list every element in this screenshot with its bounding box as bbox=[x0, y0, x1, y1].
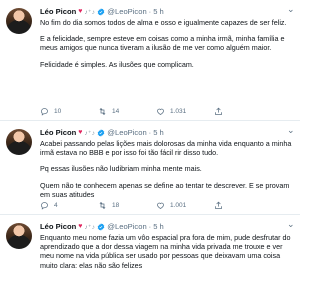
verified-badge-icon bbox=[97, 128, 105, 137]
emoji-decoration: ♪⁺♪ bbox=[84, 223, 96, 231]
author-name[interactable]: Léo Picon bbox=[40, 128, 76, 137]
tweet-header: Léo Picon ♥ ♪⁺♪ @LeoPicon · 5 h ⌄ bbox=[40, 126, 295, 139]
retweet-count: 18 bbox=[112, 202, 120, 209]
retweet-count: 14 bbox=[112, 108, 120, 115]
share-icon bbox=[215, 201, 222, 209]
author-handle[interactable]: @LeoPicon bbox=[107, 222, 146, 231]
reply-count: 10 bbox=[54, 108, 62, 115]
retweet-button[interactable]: 18 bbox=[98, 201, 156, 210]
tweet-text: Acabei passando pelas lições mais doloro… bbox=[40, 139, 294, 199]
heart-emoji: ♥ bbox=[78, 8, 83, 15]
tweet-paragraph: Felicidade é simples. As ilusões que com… bbox=[40, 59, 194, 69]
emoji-decoration: ♪⁺♪ bbox=[84, 129, 96, 137]
retweet-button[interactable]: 14 bbox=[98, 107, 156, 116]
reply-button[interactable]: 4 bbox=[40, 201, 98, 210]
author-name[interactable]: Léo Picon bbox=[40, 222, 76, 231]
tweet-actions: 4 18 1.001 bbox=[40, 201, 260, 210]
tweet[interactable]: Léo Picon ♥ ♪⁺♪ @LeoPicon · 5 h ⌄ Enquan… bbox=[0, 215, 300, 282]
more-icon[interactable]: ⌄ bbox=[287, 220, 295, 229]
retweet-icon bbox=[99, 201, 106, 210]
tweet[interactable]: Léo Picon ♥ ♪⁺♪ @LeoPicon · 5 h ⌄ Acabei… bbox=[0, 121, 300, 215]
avatar[interactable] bbox=[6, 223, 32, 249]
verified-badge-icon bbox=[97, 7, 105, 16]
author-handle[interactable]: @LeoPicon bbox=[107, 7, 146, 16]
like-button[interactable]: 1.001 bbox=[156, 201, 214, 210]
reply-count: 4 bbox=[54, 202, 58, 209]
separator-dot: · bbox=[148, 7, 152, 16]
tweet-text: Enquanto meu nome fazia um vôo espacial … bbox=[40, 233, 294, 270]
tweet-paragraph: Enquanto meu nome fazia um vôo espacial … bbox=[40, 233, 291, 270]
reply-icon bbox=[41, 108, 48, 116]
tweet-text: No fim do dia somos todos de alma e osso… bbox=[40, 18, 294, 69]
tweet-paragraph: E a felicidade, sempre esteve em coisas … bbox=[40, 34, 285, 53]
like-count: 1.031 bbox=[170, 108, 187, 115]
author-handle[interactable]: @LeoPicon bbox=[107, 128, 146, 137]
more-icon[interactable]: ⌄ bbox=[287, 126, 295, 135]
share-button[interactable] bbox=[214, 201, 228, 210]
heart-icon bbox=[157, 202, 164, 209]
avatar[interactable] bbox=[6, 129, 32, 155]
tweet[interactable]: Léo Picon ♥ ♪⁺♪ @LeoPicon · 5 h ⌄ No fim… bbox=[0, 0, 300, 121]
verified-badge-icon bbox=[97, 222, 105, 231]
emoji-decoration: ♪⁺♪ bbox=[84, 8, 96, 16]
like-button[interactable]: 1.031 bbox=[156, 107, 214, 116]
separator-dot: · bbox=[148, 222, 152, 231]
tweet-paragraph: Acabei passando pelas lições mais doloro… bbox=[40, 139, 292, 158]
avatar[interactable] bbox=[6, 8, 32, 34]
heart-icon bbox=[157, 108, 164, 115]
tweet-actions: 10 14 1.031 bbox=[40, 107, 260, 116]
retweet-icon bbox=[99, 107, 106, 116]
separator-dot: · bbox=[148, 128, 152, 137]
tweet-header: Léo Picon ♥ ♪⁺♪ @LeoPicon · 5 h ⌄ bbox=[40, 220, 295, 233]
share-icon bbox=[215, 107, 222, 115]
tweet-timestamp[interactable]: 5 h bbox=[153, 222, 164, 231]
like-count: 1.001 bbox=[170, 202, 187, 209]
heart-emoji: ♥ bbox=[78, 223, 83, 230]
heart-emoji: ♥ bbox=[78, 129, 83, 136]
tweet-paragraph: Pq essas ilusões não ludibriam minha men… bbox=[40, 164, 202, 174]
tweet-timestamp[interactable]: 5 h bbox=[153, 7, 164, 16]
tweet-paragraph: Quem não te conhecem apenas se define ao… bbox=[40, 180, 290, 199]
share-button[interactable] bbox=[214, 107, 228, 116]
reply-icon bbox=[41, 202, 48, 210]
tweet-paragraph: No fim do dia somos todos de alma e osso… bbox=[40, 18, 287, 27]
reply-button[interactable]: 10 bbox=[40, 107, 98, 116]
more-icon[interactable]: ⌄ bbox=[287, 5, 295, 14]
author-name[interactable]: Léo Picon bbox=[40, 7, 76, 16]
tweet-header: Léo Picon ♥ ♪⁺♪ @LeoPicon · 5 h ⌄ bbox=[40, 5, 295, 18]
tweet-timestamp[interactable]: 5 h bbox=[153, 128, 164, 137]
